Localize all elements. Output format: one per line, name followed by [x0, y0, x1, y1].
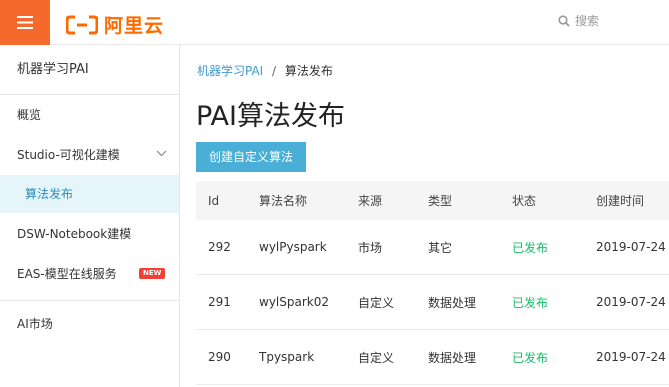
sidebar-divider	[0, 300, 179, 301]
cell-type: 数据处理	[428, 295, 477, 310]
hamburger-icon	[17, 16, 33, 29]
sidebar-item-eas[interactable]: EAS-模型在线服务 NEW	[0, 255, 179, 293]
cell-name[interactable]: wylSpark02	[259, 275, 329, 329]
sidebar-item-algorithm-publish[interactable]: 算法发布	[0, 175, 179, 213]
sidebar-item-ai-market[interactable]: AI市场	[0, 305, 179, 343]
cell-created-time: 2019-07-24 09	[596, 350, 669, 364]
create-custom-algorithm-button[interactable]: 创建自定义算法	[196, 142, 306, 172]
table-row[interactable]: 292 wylPyspark 市场 其它 已发布 2019-07-24 13	[196, 220, 669, 275]
status-badge: 已发布	[512, 350, 549, 365]
chevron-up-icon	[156, 150, 167, 157]
sidebar-item-studio[interactable]: Studio-可视化建模	[0, 136, 179, 174]
cell-source: 自定义	[358, 295, 395, 310]
sidebar-item-dsw[interactable]: DSW-Notebook建模	[0, 215, 179, 253]
breadcrumb-parent-link[interactable]: 机器学习PAI	[197, 64, 263, 78]
cell-source: 自定义	[358, 350, 395, 365]
sidebar-item-overview[interactable]: 概览	[0, 96, 179, 134]
table-header: Id 算法名称 来源 类型 状态 创建时间	[196, 181, 669, 220]
top-bar: 阿里云 搜索	[0, 0, 669, 45]
cell-source: 市场	[358, 240, 383, 255]
search-box[interactable]: 搜索	[558, 12, 599, 29]
table-row[interactable]: 290 Tpyspark 自定义 数据处理 已发布 2019-07-24 09	[196, 330, 669, 385]
column-header-id: Id	[208, 193, 220, 208]
cell-name[interactable]: Tpyspark	[259, 330, 314, 384]
column-header-source: 来源	[358, 194, 383, 208]
status-badge: 已发布	[512, 295, 549, 310]
sidebar-item-label: EAS-模型在线服务	[17, 267, 117, 281]
cell-id: 292	[208, 240, 231, 254]
aliyun-logo[interactable]: 阿里云	[66, 11, 164, 38]
cell-created-time: 2019-07-24 13	[596, 240, 669, 254]
sidebar-item-label: AI市场	[17, 317, 53, 331]
sidebar-item-label: Studio-可视化建模	[17, 148, 120, 162]
cell-created-time: 2019-07-24 10	[596, 295, 669, 309]
sidebar-item-label: DSW-Notebook建模	[17, 227, 132, 241]
aliyun-logo-icon	[66, 15, 98, 34]
status-badge: 已发布	[512, 240, 549, 255]
sidebar-item-label: 算法发布	[25, 187, 74, 201]
sidebar-title: 机器学习PAI	[0, 45, 179, 95]
new-badge: NEW	[139, 268, 166, 279]
cell-type: 其它	[428, 240, 453, 255]
search-placeholder: 搜索	[575, 14, 600, 28]
breadcrumb-current: 算法发布	[284, 64, 333, 78]
column-header-name: 算法名称	[259, 194, 308, 208]
column-header-status: 状态	[512, 194, 537, 208]
algorithm-table: Id 算法名称 来源 类型 状态 创建时间 292 wylPyspark 市场 …	[196, 181, 669, 385]
sidebar: 机器学习PAI 概览 Studio-可视化建模 算法发布 DSW-Noteboo…	[0, 45, 180, 387]
column-header-created-time: 创建时间	[596, 194, 645, 208]
breadcrumb-separator: /	[272, 64, 277, 78]
page-title: PAI算法发布	[196, 101, 345, 132]
table-row[interactable]: 291 wylSpark02 自定义 数据处理 已发布 2019-07-24 1…	[196, 275, 669, 330]
column-header-type: 类型	[428, 194, 453, 208]
logo-text: 阿里云	[104, 15, 165, 37]
menu-button[interactable]	[0, 0, 50, 45]
sidebar-item-label: 概览	[17, 108, 42, 122]
cell-type: 数据处理	[428, 350, 477, 365]
search-icon	[558, 14, 570, 27]
cell-name[interactable]: wylPyspark	[259, 220, 327, 274]
cell-id: 290	[208, 350, 231, 364]
breadcrumb: 机器学习PAI / 算法发布	[197, 62, 333, 79]
cell-id: 291	[208, 295, 231, 309]
